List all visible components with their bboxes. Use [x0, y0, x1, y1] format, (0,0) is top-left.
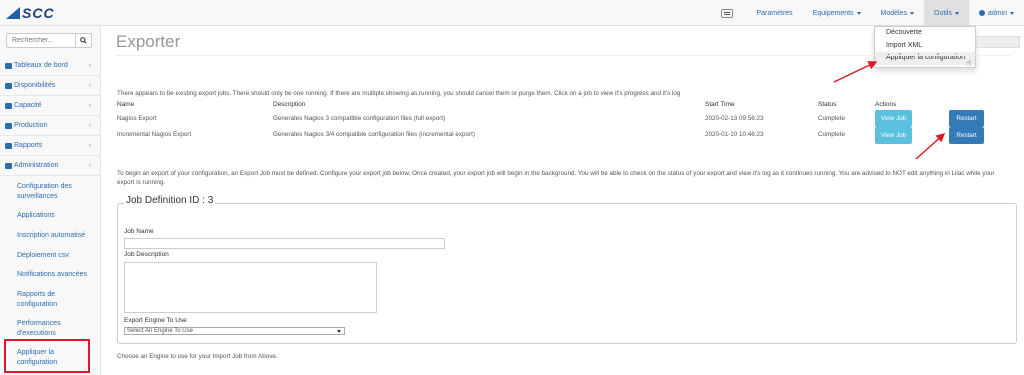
annotation-arrows	[833, 61, 946, 160]
arrow-to-menu-item	[833, 61, 878, 83]
arrow-to-restart-button	[915, 133, 946, 160]
